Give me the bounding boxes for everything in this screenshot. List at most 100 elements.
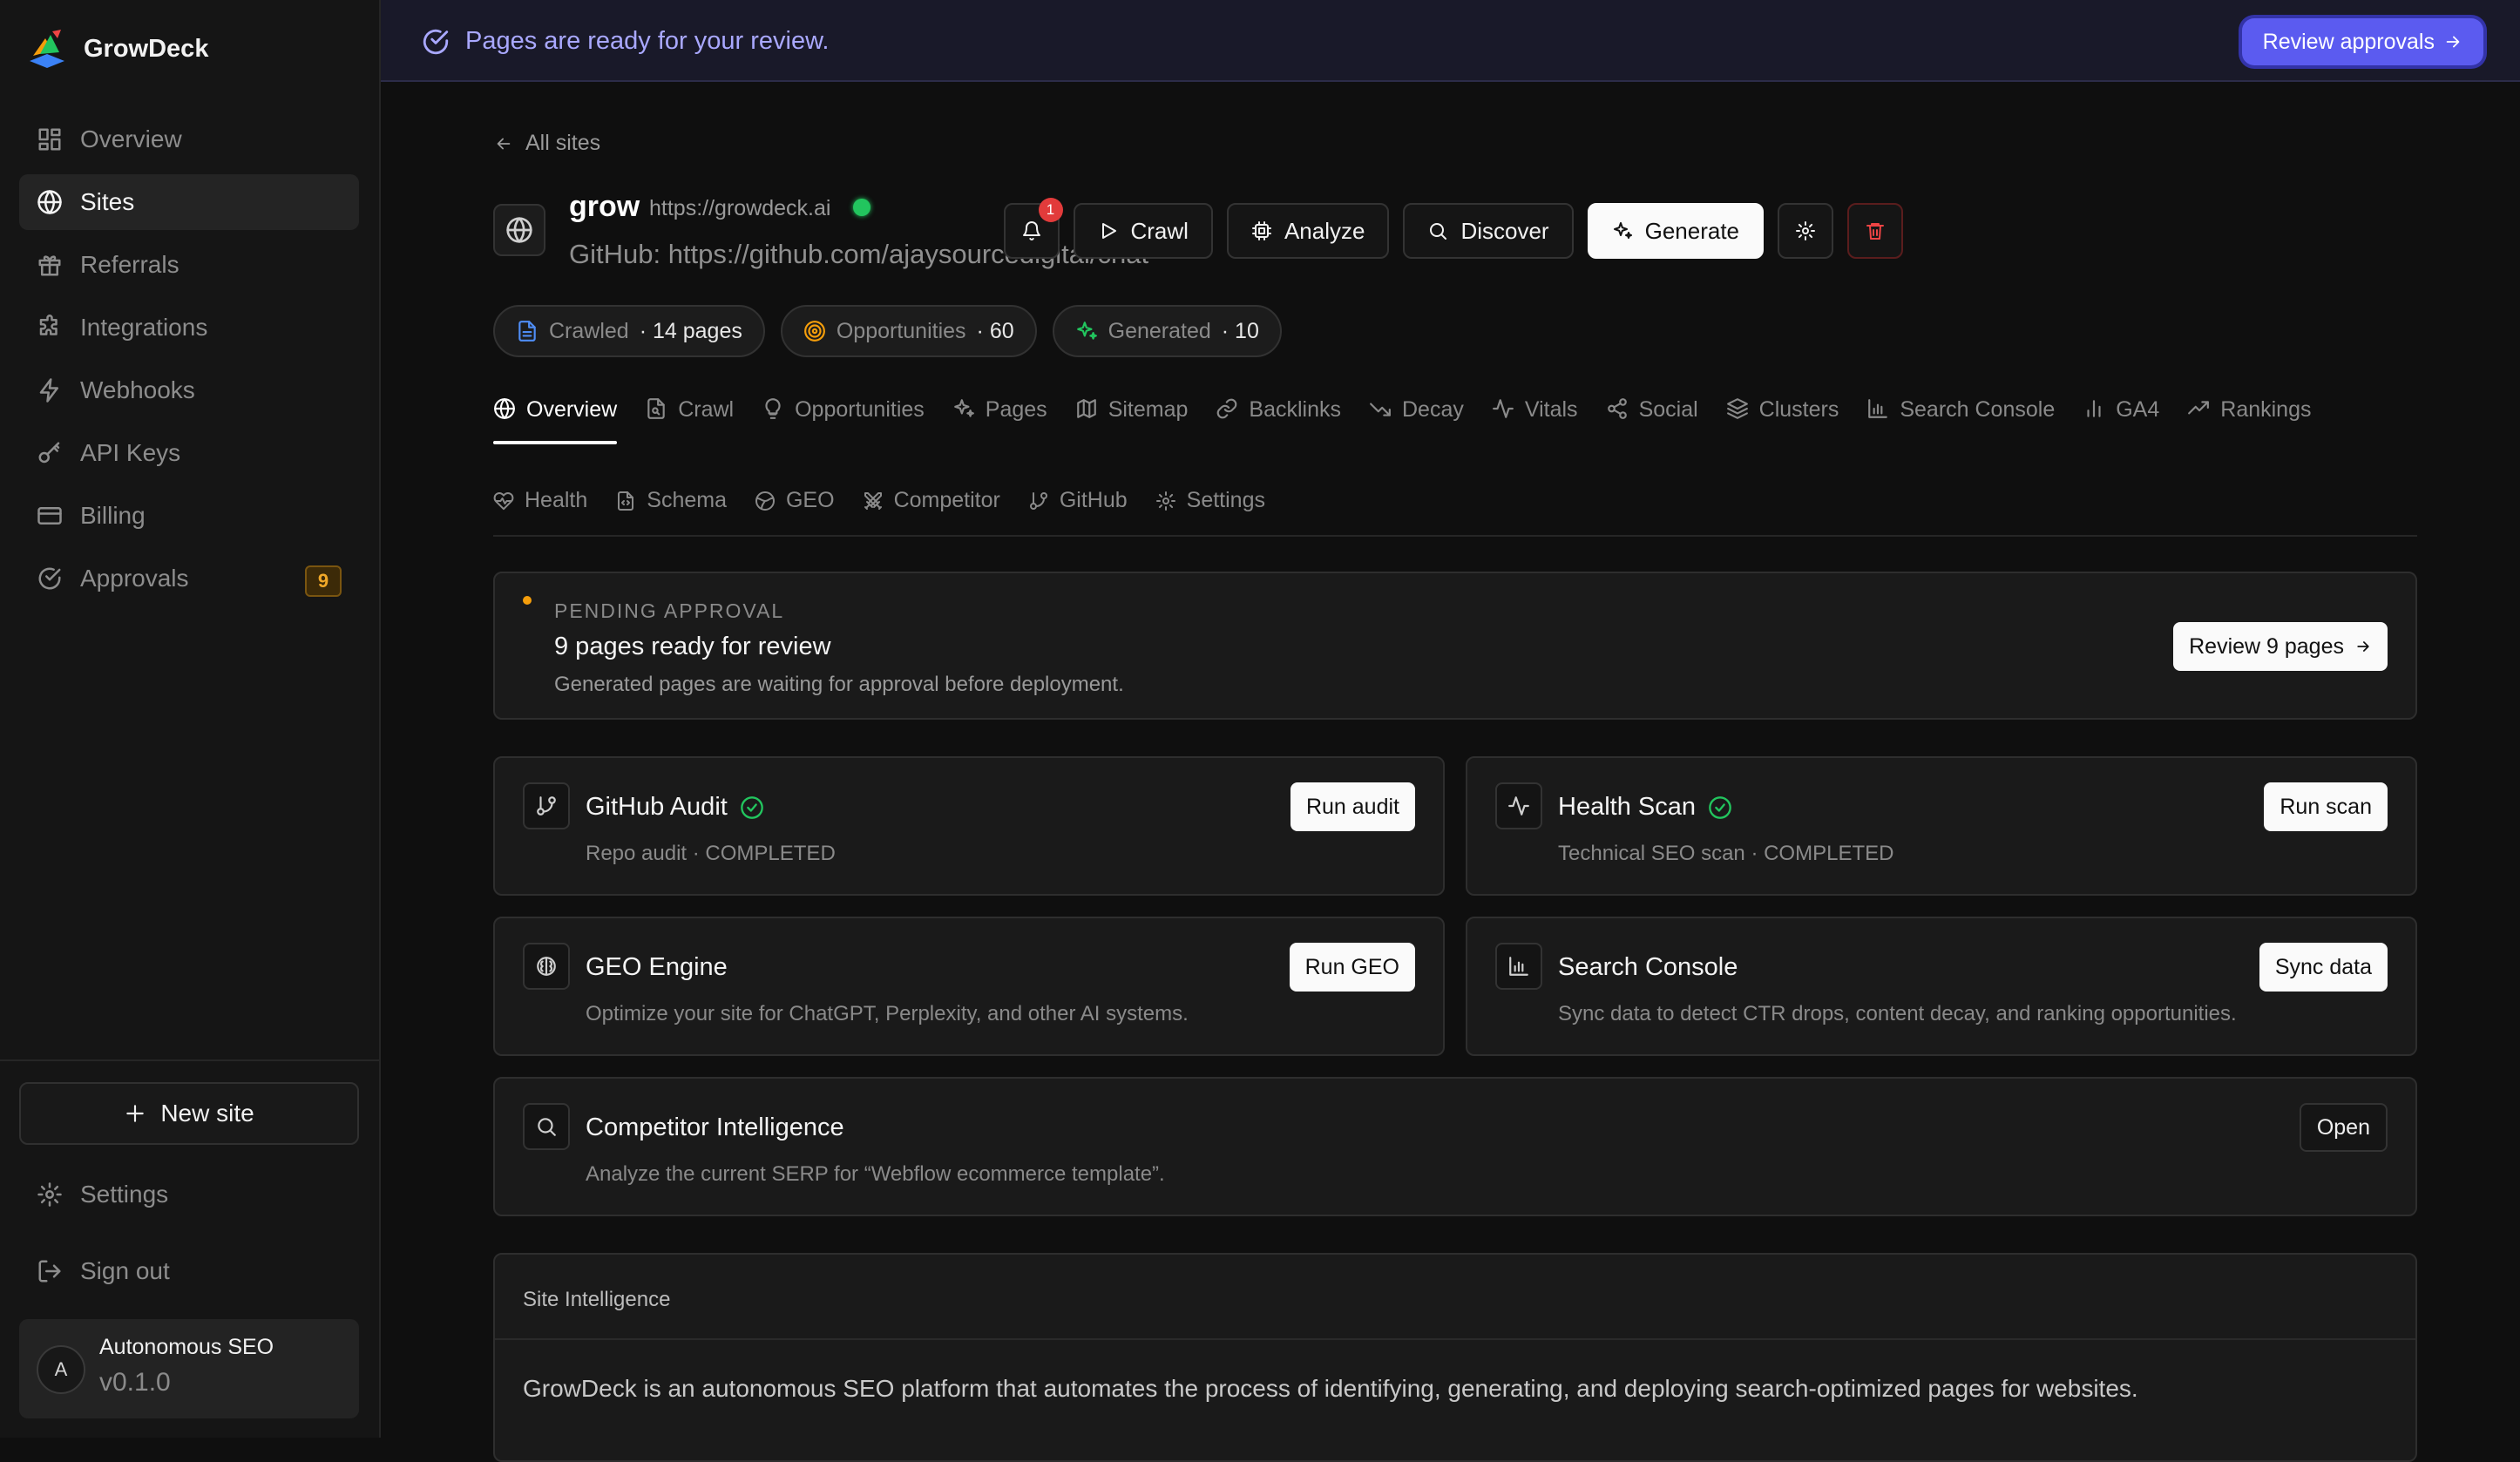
tab-vitals[interactable]: Vitals xyxy=(1492,397,1578,444)
open-competitor-button[interactable]: Open xyxy=(2299,1103,2388,1152)
git-branch-icon xyxy=(1028,491,1049,511)
globe-icon xyxy=(37,189,63,215)
puzzle-icon xyxy=(37,315,63,341)
tab-label: Backlinks xyxy=(1249,397,1341,422)
sidebar-item-label: Overview xyxy=(80,125,182,152)
tab-label: Search Console xyxy=(1900,397,2056,422)
main-content: All sites grow https://growdeck.ai GitHu… xyxy=(381,82,2520,1462)
share-icon xyxy=(1606,397,1629,420)
tab-sitemap[interactable]: Sitemap xyxy=(1075,397,1188,444)
tab-decay[interactable]: Decay xyxy=(1369,397,1464,444)
sidebar-item-label: Sites xyxy=(80,188,135,215)
tab-search-console[interactable]: Search Console xyxy=(1866,397,2055,444)
all-sites-link[interactable]: All sites xyxy=(494,131,600,156)
tab-label: Clusters xyxy=(1758,397,1839,422)
analyze-button[interactable]: Analyze xyxy=(1226,203,1390,259)
sidebar-item-webhooks[interactable]: Webhooks xyxy=(19,362,359,418)
stat-crawled: Crawled · 14 pages xyxy=(493,305,765,357)
new-site-label: New site xyxy=(160,1100,254,1127)
sidebar-item-overview[interactable]: Overview xyxy=(19,112,359,167)
trending-up-icon xyxy=(2187,397,2210,420)
run-scan-button[interactable]: Run scan xyxy=(2264,782,2388,831)
notifications-button[interactable]: 1 xyxy=(1003,198,1063,259)
notification-count-badge: 1 xyxy=(1038,198,1063,222)
search-console-card: Search Console Sync data to detect CTR d… xyxy=(1466,917,2417,1056)
user-card[interactable]: A Autonomous SEO v0.1.0 xyxy=(19,1319,359,1418)
sidebar-item-referrals[interactable]: Referrals xyxy=(19,237,359,293)
tab-schema[interactable]: Schema xyxy=(615,488,727,513)
tool-icon xyxy=(523,782,570,829)
approvals-count-badge: 9 xyxy=(305,565,342,597)
tab-overview[interactable]: Overview xyxy=(493,397,618,444)
sidebar-item-approvals[interactable]: Approvals 9 xyxy=(19,551,359,606)
run-audit-label: Run audit xyxy=(1305,794,1399,819)
delete-site-button[interactable] xyxy=(1847,203,1903,259)
tab-rankings[interactable]: Rankings xyxy=(2187,397,2312,444)
tool-description: Optimize your site for ChatGPT, Perplexi… xyxy=(586,1002,1189,1025)
sidebar-item-label: Referrals xyxy=(80,251,180,278)
run-audit-button[interactable]: Run audit xyxy=(1290,782,1415,831)
sync-data-button[interactable]: Sync data xyxy=(2259,943,2388,992)
trending-down-icon xyxy=(1369,397,1392,420)
sidebar-item-label: API Keys xyxy=(80,439,181,466)
review-pages-button[interactable]: Review 9 pages xyxy=(2173,622,2388,671)
stat-label: Generated xyxy=(1108,318,1211,343)
tab-geo[interactable]: GEO xyxy=(755,488,835,513)
tab-social[interactable]: Social xyxy=(1606,397,1698,444)
bar-chart-icon xyxy=(1866,397,1889,420)
sign-out-link[interactable]: Sign out xyxy=(37,1254,170,1289)
tab-settings[interactable]: Settings xyxy=(1155,488,1265,513)
tab-competitor[interactable]: Competitor xyxy=(863,488,1000,513)
pending-kicker: PENDING APPROVAL xyxy=(554,599,785,622)
tab-label: Overview xyxy=(526,397,618,422)
discover-label: Discover xyxy=(1460,217,1549,244)
tab-github[interactable]: GitHub xyxy=(1028,488,1128,513)
zap-icon xyxy=(37,377,63,403)
settings-label: Settings xyxy=(80,1181,169,1208)
health-scan-card: Health Scan Technical SEO scan · COMPLET… xyxy=(1466,756,2417,896)
sparkles-icon xyxy=(1612,220,1633,241)
map-icon xyxy=(1075,397,1098,420)
site-url[interactable]: https://growdeck.ai xyxy=(649,196,830,221)
sidebar-item-api-keys[interactable]: API Keys xyxy=(19,425,359,481)
sidebar-item-sites[interactable]: Sites xyxy=(19,174,359,230)
competitor-intelligence-card: Competitor Intelligence Analyze the curr… xyxy=(493,1077,2417,1216)
heart-pulse-icon xyxy=(493,491,514,511)
stat-generated: Generated · 10 xyxy=(1052,305,1282,357)
trash-icon xyxy=(1865,220,1886,241)
generate-button[interactable]: Generate xyxy=(1587,203,1764,259)
tab-backlinks[interactable]: Backlinks xyxy=(1216,397,1341,444)
discover-button[interactable]: Discover xyxy=(1403,203,1574,259)
settings-link[interactable]: Settings xyxy=(37,1177,168,1212)
tool-title: Search Console xyxy=(1558,953,1738,982)
tab-opportunities[interactable]: Opportunities xyxy=(762,397,925,444)
tool-icon xyxy=(1495,782,1542,829)
sidebar-item-integrations[interactable]: Integrations xyxy=(19,300,359,355)
new-site-button[interactable]: New site xyxy=(19,1082,359,1145)
review-approvals-button[interactable]: Review approvals xyxy=(2241,18,2483,65)
pending-description: Generated pages are waiting for approval… xyxy=(554,673,1124,696)
tool-description: Analyze the current SERP for “Webflow ec… xyxy=(586,1162,1165,1186)
tab-crawl[interactable]: Crawl xyxy=(645,397,734,444)
tab-health[interactable]: Health xyxy=(493,488,587,513)
site-actions: 1 Crawl Analyze Discover Generate xyxy=(1003,198,1903,259)
key-icon xyxy=(37,440,63,466)
brand-name: GrowDeck xyxy=(84,34,209,63)
run-geo-button[interactable]: Run GEO xyxy=(1289,943,1415,992)
tab-pages[interactable]: Pages xyxy=(952,397,1047,444)
tool-title: GitHub Audit xyxy=(586,793,764,822)
sidebar-item-billing[interactable]: Billing xyxy=(19,488,359,544)
tab-clusters[interactable]: Clusters xyxy=(1726,397,1839,444)
arrow-right-icon xyxy=(2354,638,2372,655)
bell-icon xyxy=(1021,220,1042,241)
crawl-button[interactable]: Crawl xyxy=(1073,203,1213,259)
site-tabs: Overview Crawl Opportunities Pages Sitem… xyxy=(493,397,2312,444)
open-competitor-label: Open xyxy=(2316,1114,2370,1140)
tab-ga4[interactable]: GA4 xyxy=(2083,397,2159,444)
tab-label: Rankings xyxy=(2220,397,2312,422)
app-version: v0.1.0 xyxy=(99,1368,171,1397)
gear-icon xyxy=(1795,220,1816,241)
brand[interactable]: GrowDeck xyxy=(26,24,208,73)
site-settings-button[interactable] xyxy=(1778,203,1833,259)
tab-label: Schema xyxy=(647,488,727,512)
